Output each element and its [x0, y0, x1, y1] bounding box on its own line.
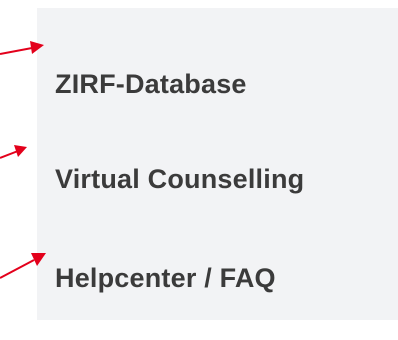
nav-menu-panel: ZIRF-Database Virtual Counselling Helpce… — [37, 8, 398, 320]
nav-link-helpcenter-faq[interactable]: Helpcenter / FAQ — [55, 262, 276, 294]
nav-link-zirf-database[interactable]: ZIRF-Database — [55, 68, 247, 100]
arrow-up-right-icon — [0, 145, 27, 159]
nav-link-virtual-counselling[interactable]: Virtual Counselling — [55, 163, 304, 195]
